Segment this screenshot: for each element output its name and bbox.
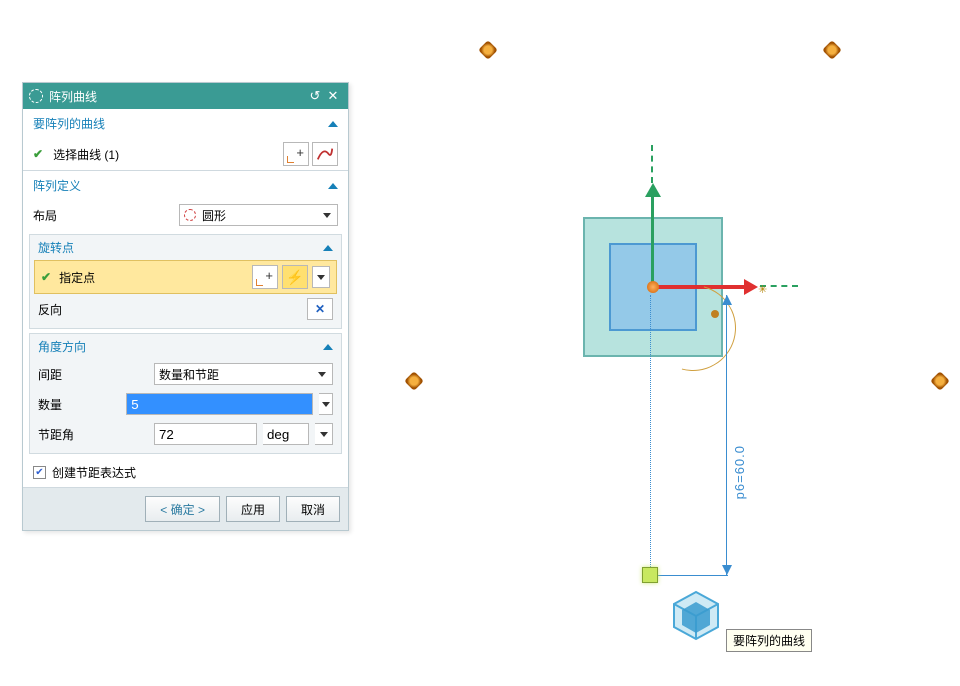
- target-point-marker[interactable]: [642, 567, 658, 583]
- gear-icon: [29, 89, 43, 103]
- pitch-input[interactable]: [154, 423, 257, 445]
- reset-icon[interactable]: ↺: [306, 87, 324, 105]
- specify-point-row[interactable]: ✔ 指定点 + ⚡: [34, 260, 337, 294]
- reverse-button[interactable]: ✕: [307, 298, 333, 320]
- pitch-label: 节距角: [38, 426, 148, 443]
- cursor-tooltip: 要阵列的曲线: [726, 629, 812, 652]
- select-curve-row[interactable]: ✔ 选择曲线 (1) +: [23, 138, 348, 170]
- spacing-label: 间距: [38, 366, 148, 383]
- y-axis-dash: [651, 145, 653, 183]
- create-expression-row[interactable]: ✔ 创建节距表达式: [23, 458, 348, 487]
- dimension-baseline: [650, 575, 728, 576]
- reverse-label: 反向: [38, 301, 62, 318]
- pattern-curve-dialog: 阵列曲线 ↺ ✕ 要阵列的曲线 ✔ 选择曲线 (1) + 阵列定义 布局 圆形: [22, 82, 349, 531]
- anchor-icon: [930, 371, 950, 391]
- add-selection-button[interactable]: +: [283, 142, 309, 166]
- cancel-button[interactable]: 取消: [286, 496, 340, 522]
- chevron-up-icon: [328, 121, 338, 127]
- angle-direction-header[interactable]: 角度方向: [30, 334, 341, 359]
- x-arrow-icon: [744, 279, 758, 295]
- dialog-titlebar[interactable]: 阵列曲线 ↺ ✕: [23, 83, 348, 109]
- section-label: 阵列定义: [33, 177, 81, 194]
- layout-label: 布局: [33, 207, 173, 224]
- layout-dropdown[interactable]: 圆形: [179, 204, 338, 226]
- inferred-point-button[interactable]: ⚡: [282, 265, 308, 289]
- point-add-button[interactable]: +: [252, 265, 278, 289]
- count-input[interactable]: [126, 393, 313, 415]
- specify-point-label: 指定点: [59, 269, 248, 286]
- pitch-dropdown-arrow[interactable]: [315, 423, 333, 445]
- anchor-icon: [478, 40, 498, 60]
- count-dropdown-arrow[interactable]: [319, 393, 333, 415]
- section-pattern-def[interactable]: 阵列定义: [23, 171, 348, 200]
- angle-direction-subsection: 角度方向 间距 数量和节距 数量 节距角: [29, 333, 342, 454]
- anchor-icon: [404, 371, 424, 391]
- chevron-up-icon: [323, 344, 333, 350]
- bolt-icon: ⚡: [286, 269, 303, 286]
- section-label: 要阵列的曲线: [33, 115, 105, 132]
- count-label: 数量: [38, 396, 120, 413]
- apply-button[interactable]: 应用: [226, 496, 280, 522]
- spacing-dropdown[interactable]: 数量和节距: [154, 363, 333, 385]
- dim-arrow-top: [722, 295, 732, 305]
- dim-arrow-bottom: [722, 565, 732, 575]
- create-expression-label: 创建节距表达式: [52, 464, 136, 481]
- circular-icon: [184, 209, 196, 221]
- dialog-title: 阵列曲线: [49, 88, 306, 105]
- check-icon: ✔: [33, 147, 43, 161]
- sketch-canvas[interactable]: ✳ p6=60.0 要阵列的曲线: [580, 145, 900, 645]
- chevron-up-icon: [328, 183, 338, 189]
- y-axis: [651, 190, 654, 285]
- dimension-line: [726, 295, 727, 575]
- cursor-cube-icon: [666, 587, 726, 647]
- rotation-point-header[interactable]: 旋转点: [30, 235, 341, 260]
- dialog-button-row: < 确定 > 应用 取消: [23, 487, 348, 530]
- rotation-point-subsection: 旋转点 ✔ 指定点 + ⚡ 反向 ✕: [29, 234, 342, 329]
- select-curve-label: 选择曲线 (1): [53, 146, 119, 163]
- section-curve-to-pattern[interactable]: 要阵列的曲线: [23, 109, 348, 138]
- pitch-unit[interactable]: [263, 423, 309, 445]
- anchor-icon: [822, 40, 842, 60]
- origin-point[interactable]: [647, 281, 659, 293]
- dimension-label[interactable]: p6=60.0: [732, 445, 747, 499]
- y-arrow-icon: [645, 183, 661, 197]
- chevron-up-icon: [323, 245, 333, 251]
- checkbox-checked-icon[interactable]: ✔: [33, 466, 46, 479]
- check-icon: ✔: [41, 270, 51, 284]
- x-marker-icon: ✳: [758, 283, 767, 296]
- dimension-extension: [650, 295, 651, 575]
- point-options-dropdown[interactable]: [312, 266, 330, 288]
- curve-icon-button[interactable]: [312, 142, 338, 166]
- ok-button[interactable]: < 确定 >: [145, 496, 220, 522]
- close-icon[interactable]: ✕: [324, 87, 342, 105]
- arc-endpoint: [711, 310, 719, 318]
